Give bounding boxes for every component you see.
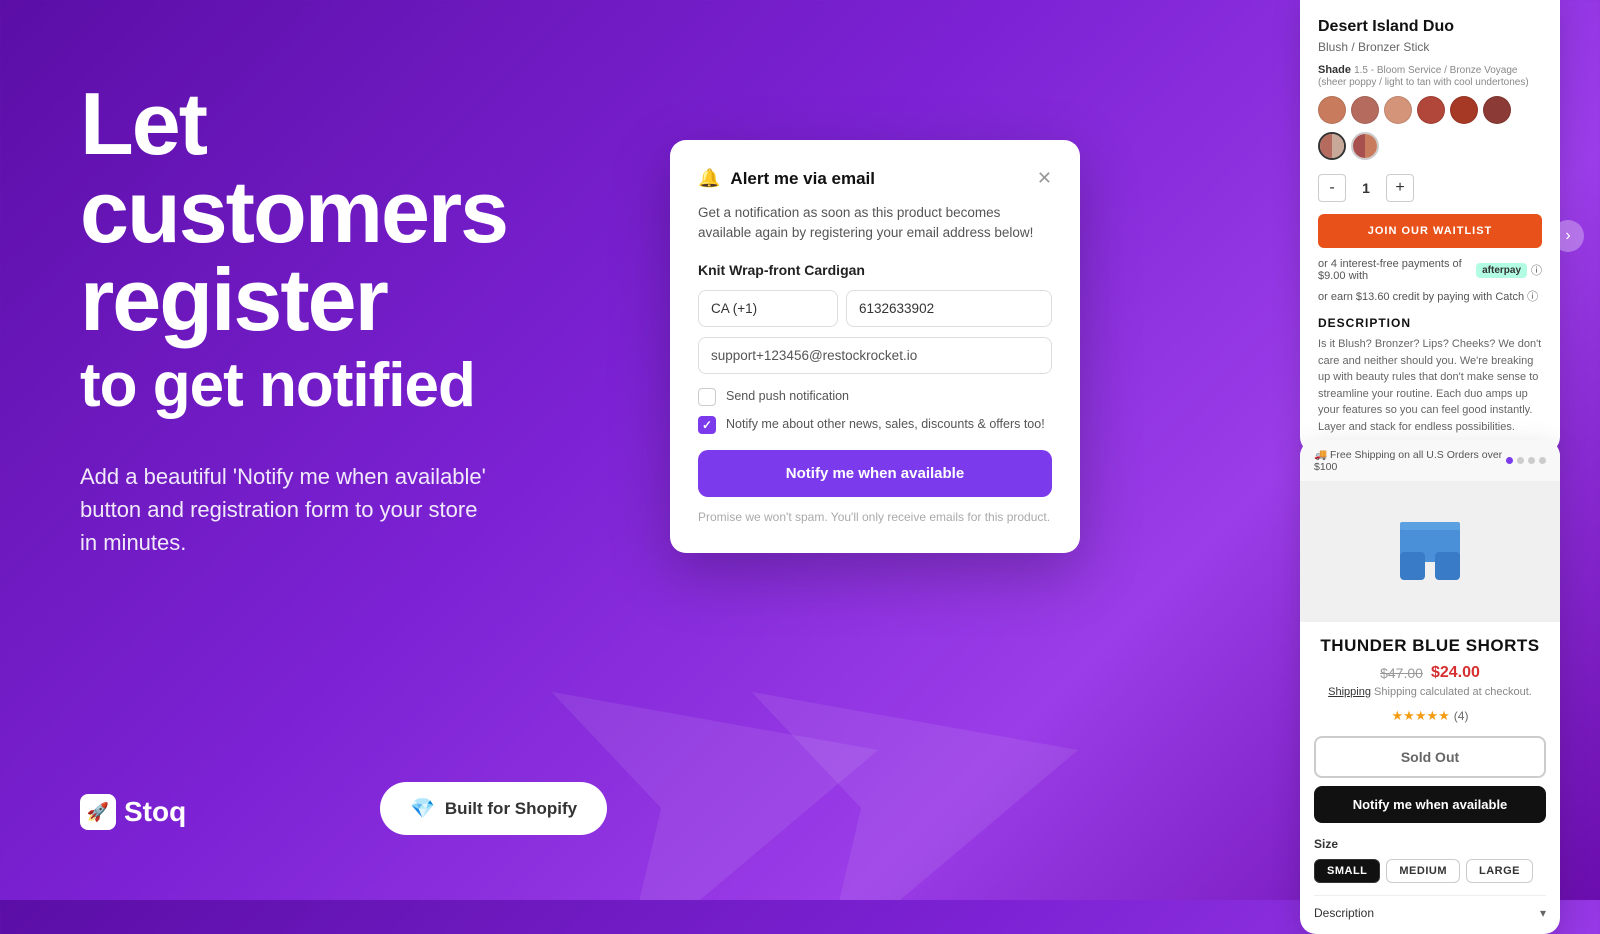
modal-title: Alert me via email [730,169,875,189]
size-options: SMALL MEDIUM LARGE [1314,859,1546,883]
gem-icon: 💎 [410,796,435,821]
product-top-subtitle: Blush / Bronzer Stick [1318,40,1542,54]
shipping-bar: 🚚 Free Shipping on all U.S Orders over $… [1300,440,1560,482]
afterpay-badge: afterpay [1476,263,1527,278]
swatch-half-1[interactable] [1318,132,1346,160]
push-notification-checkbox[interactable] [698,388,716,406]
stoq-icon: 🚀 [80,794,116,830]
quantity-row: - 1 + [1318,174,1542,202]
stoq-brand: 🚀 Stoq [80,794,186,830]
description-label: Description [1314,906,1374,920]
swatch-half-2[interactable] [1351,132,1379,160]
qty-plus-button[interactable]: + [1386,174,1414,202]
description-heading: DESCRIPTION [1318,316,1542,330]
alert-modal: 🔔 Alert me via email ✕ Get a notificatio… [670,140,1080,553]
news-notification-checkbox[interactable] [698,416,716,434]
join-waitlist-button[interactable]: JOIN OUR WAITLIST [1318,214,1542,248]
sold-out-button[interactable]: Sold Out [1314,736,1546,778]
sale-price: $24.00 [1431,664,1480,682]
qty-value: 1 [1354,180,1378,196]
shipping-note: Shipping Shipping calculated at checkout… [1314,686,1546,698]
shopify-btn-text: Built for Shopify [445,799,577,819]
swatch-3[interactable] [1384,96,1412,124]
size-small[interactable]: SMALL [1314,859,1380,883]
color-swatches-row2 [1318,132,1542,160]
size-label: Size [1314,837,1546,851]
stars-row: ★★★★★ (4) [1314,708,1546,724]
modal-description: Get a notification as soon as this produ… [698,203,1052,244]
shade-label: Shade 1.5 - Bloom Service / Bronze Voyag… [1318,64,1542,88]
bell-icon: 🔔 [698,168,720,189]
price-row: $47.00 $24.00 [1314,664,1546,682]
product-top-panel: Desert Island Duo Blush / Bronzer Stick … [1300,0,1560,453]
shipping-link[interactable]: Shipping [1328,686,1371,698]
description-text: Is it Blush? Bronzer? Lips? Cheeks? We d… [1318,336,1542,435]
phone-row: CA (+1) US (+1) UK (+44) [698,290,1052,327]
star-rating: ★★★★★ [1392,708,1450,724]
notify-when-available-button[interactable]: Notify me when available [1314,786,1546,823]
right-nav-arrow[interactable]: › [1552,220,1584,252]
swatch-5[interactable] [1450,96,1478,124]
phone-number-input[interactable] [846,290,1052,327]
dots-row [1506,457,1546,464]
push-notification-label: Send push notification [726,388,849,406]
hero-description: Add a beautiful 'Notify me when availabl… [80,460,500,559]
dot-3 [1528,457,1535,464]
dot-4 [1539,457,1546,464]
size-large[interactable]: LARGE [1466,859,1533,883]
modal-title-row: 🔔 Alert me via email [698,168,875,189]
shipping-text: 🚚 Free Shipping on all U.S Orders over $… [1314,448,1506,473]
swatch-2[interactable] [1351,96,1379,124]
product-image [1300,482,1560,622]
size-medium[interactable]: MEDIUM [1386,859,1460,883]
swatch-4[interactable] [1417,96,1445,124]
swatch-6[interactable] [1483,96,1511,124]
news-notification-label: Notify me about other news, sales, disco… [726,416,1045,434]
dot-1 [1506,457,1513,464]
push-notification-row[interactable]: Send push notification [698,388,1052,406]
dot-2 [1517,457,1524,464]
modal-close-button[interactable]: ✕ [1037,168,1052,189]
afterpay-row: or 4 interest-free payments of $9.00 wit… [1318,258,1542,282]
review-count: (4) [1454,709,1469,723]
shorts-illustration [1390,517,1470,587]
hero-subtitle: to get notified [80,352,580,420]
color-swatches-row1 [1318,96,1542,124]
stoq-name: Stoq [124,796,186,828]
product-bottom-panel: 🚚 Free Shipping on all U.S Orders over $… [1300,440,1560,934]
modal-product-name: Knit Wrap-front Cardigan [698,262,1052,278]
shopify-button[interactable]: 💎 Built for Shopify [380,782,607,835]
notify-me-button[interactable]: Notify me when available [698,450,1052,497]
modal-footer: Promise we won't spam. You'll only recei… [698,509,1052,526]
chevron-down-icon: ▾ [1540,906,1546,920]
hero-title: Let customers register [80,80,580,344]
modal-header: 🔔 Alert me via email ✕ [698,168,1052,189]
description-row[interactable]: Description ▾ [1314,895,1546,920]
qty-minus-button[interactable]: - [1318,174,1346,202]
email-input[interactable] [698,337,1052,374]
catch-row: or earn $13.60 credit by paying with Cat… [1318,288,1542,304]
size-section: Size SMALL MEDIUM LARGE [1314,837,1546,883]
hero-section: Let customers register to get notified A… [80,80,580,559]
product-top-title: Desert Island Duo [1318,18,1542,36]
phone-country-select[interactable]: CA (+1) US (+1) UK (+44) [698,290,838,327]
swatch-1[interactable] [1318,96,1346,124]
original-price: $47.00 [1380,665,1423,681]
product-bottom-content: THUNDER BLUE SHORTS $47.00 $24.00 Shippi… [1300,622,1560,934]
product-bottom-title: THUNDER BLUE SHORTS [1314,636,1546,656]
news-notification-row[interactable]: Notify me about other news, sales, disco… [698,416,1052,434]
modal-wrapper: 🔔 Alert me via email ✕ Get a notificatio… [670,140,1080,553]
